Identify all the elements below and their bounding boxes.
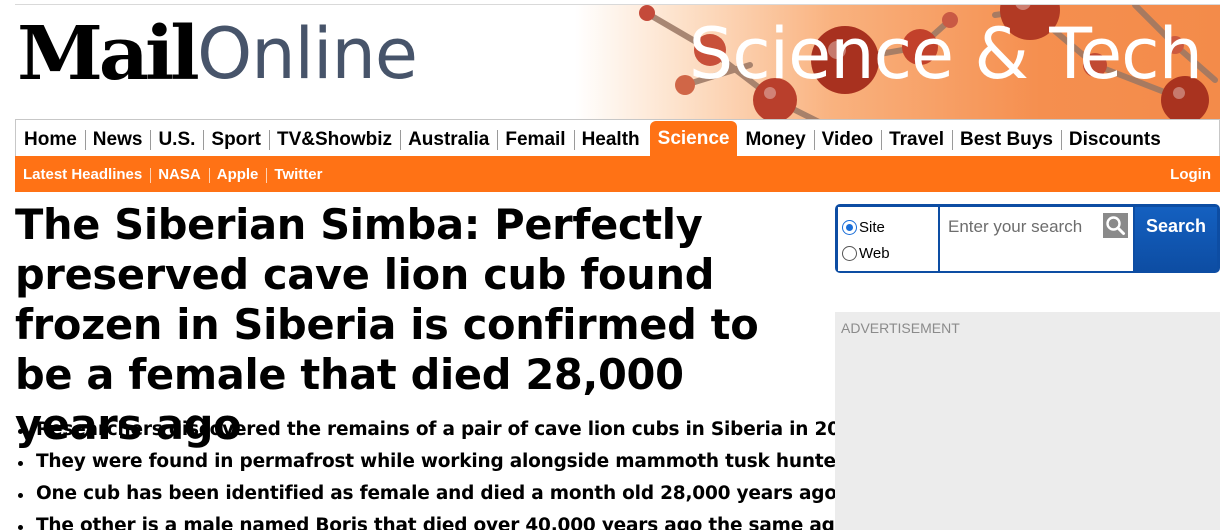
nav-item-home[interactable]: Home	[16, 123, 85, 156]
magnifier-icon[interactable]	[1103, 213, 1128, 238]
site-search: Site Web Search	[835, 204, 1220, 273]
search-scope-web[interactable]: Web	[838, 240, 938, 266]
subnav-item-twitter[interactable]: Twitter	[266, 166, 330, 183]
logo-online-text: Online	[197, 13, 418, 95]
nav-item-money[interactable]: Money	[737, 123, 813, 156]
primary-nav: Home News U.S. Sport TV&Showbiz Australi…	[15, 119, 1220, 156]
sub-nav: Latest Headlines NASA Apple Twitter Logi…	[15, 156, 1220, 192]
nav-item-video[interactable]: Video	[813, 123, 881, 156]
subnav-item-nasa[interactable]: NASA	[150, 166, 209, 183]
nav-item-travel[interactable]: Travel	[881, 123, 952, 156]
search-scope-site[interactable]: Site	[838, 214, 938, 240]
summary-bullet: Researchers discovered the remains of a …	[15, 414, 865, 446]
nav-item-tvshowbiz[interactable]: TV&Showbiz	[269, 123, 400, 156]
science-tech-banner[interactable]: Science & Tech	[575, 5, 1220, 119]
mailonline-logo[interactable]: Mail Online	[17, 11, 418, 97]
subnav-item-latest-headlines[interactable]: Latest Headlines	[15, 166, 150, 183]
login-link[interactable]: Login	[1170, 166, 1220, 183]
summary-bullet: They were found in permafrost while work…	[15, 446, 856, 478]
masthead: Mail Online Science & Tech	[15, 4, 1220, 119]
logo-mail-text: Mail	[17, 11, 200, 97]
nav-item-sport[interactable]: Sport	[203, 123, 269, 156]
nav-item-australia[interactable]: Australia	[400, 123, 497, 156]
article-headline: The Siberian Simba: Perfectly preserved …	[15, 200, 759, 449]
nav-item-best-buys[interactable]: Best Buys	[952, 123, 1061, 156]
advertisement-slot[interactable]: ADVERTISEMENT	[835, 312, 1220, 530]
nav-item-us[interactable]: U.S.	[150, 123, 203, 156]
nav-item-health[interactable]: Health	[573, 123, 648, 156]
nav-item-news[interactable]: News	[84, 123, 151, 156]
radio-web[interactable]	[842, 245, 857, 261]
summary-bullet: One cub has been identified as female an…	[15, 478, 837, 510]
subnav-item-apple[interactable]: Apple	[208, 166, 267, 183]
summary-bullet: The other is a male named Boris that die…	[15, 510, 847, 530]
nav-item-femail[interactable]: Femail	[497, 123, 573, 156]
advertisement-label: ADVERTISEMENT	[841, 320, 960, 336]
nav-item-science[interactable]: Science	[649, 121, 738, 156]
nav-item-discounts[interactable]: Discounts	[1060, 123, 1169, 156]
radio-site-label: Site	[859, 218, 885, 236]
article-summary-list: Researchers discovered the remains of a …	[15, 414, 865, 530]
search-scope-group: Site Web	[838, 207, 938, 271]
search-button[interactable]: Search	[1135, 207, 1217, 271]
radio-web-label: Web	[859, 244, 890, 262]
radio-site[interactable]	[842, 219, 857, 235]
section-title: Science & Tech	[688, 13, 1203, 95]
